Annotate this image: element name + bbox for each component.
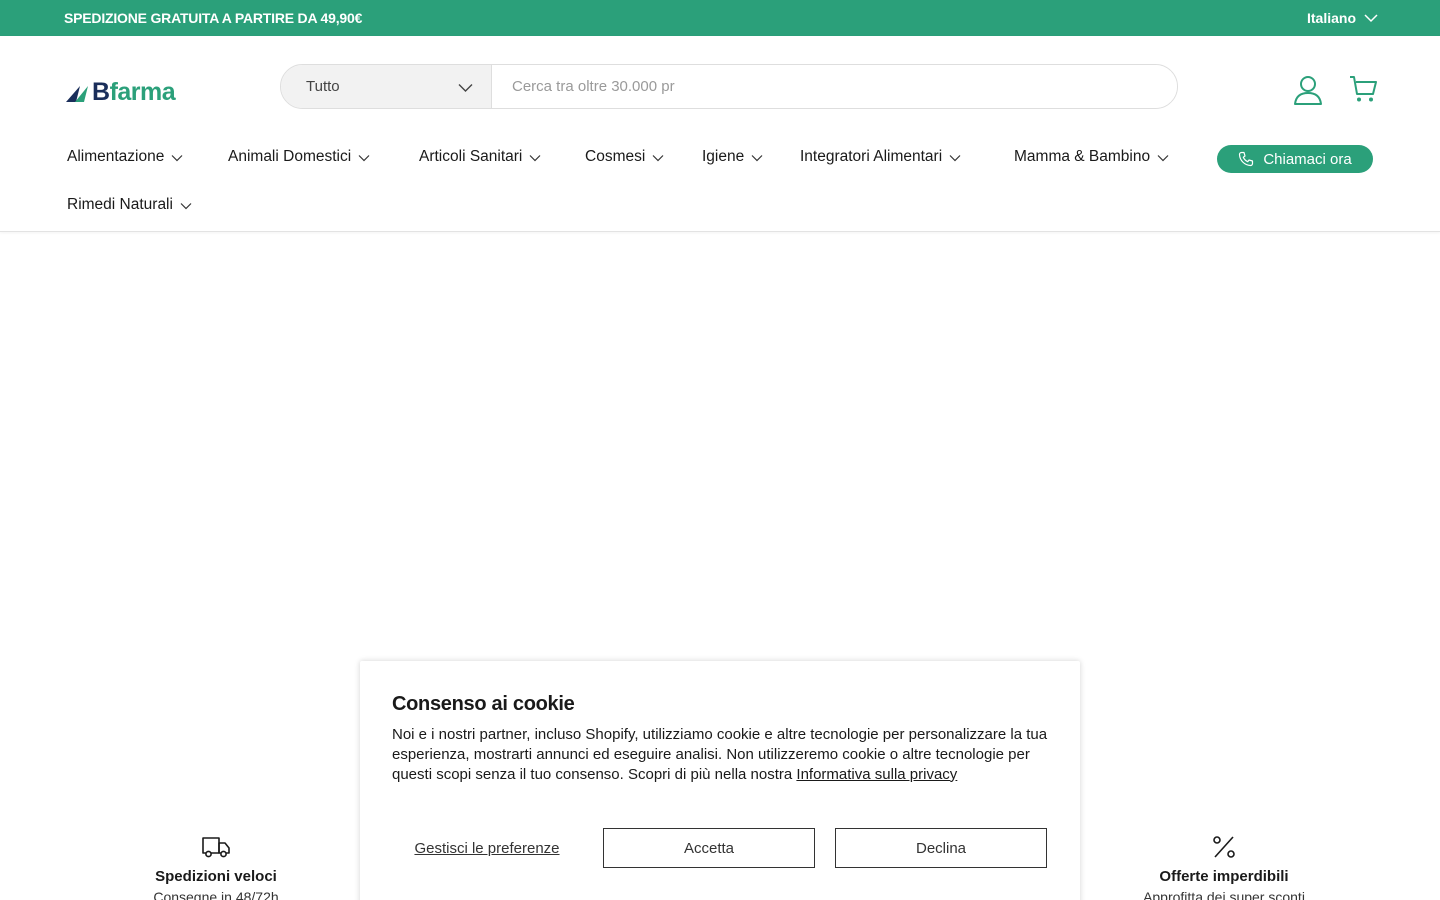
search-input[interactable] <box>492 65 1177 108</box>
nav-item-rimedi-naturali[interactable]: Rimedi Naturali <box>67 196 192 214</box>
call-now-label: Chiamaci ora <box>1263 150 1352 168</box>
chevron-down-icon <box>180 203 192 210</box>
cookie-description: Noi e i nostri partner, incluso Shopify,… <box>392 725 1052 784</box>
nav-item-label: Articoli Sanitari <box>419 148 523 165</box>
nav-item-label: Alimentazione <box>67 148 165 165</box>
language-selector[interactable]: Italiano <box>1307 10 1378 26</box>
logo-text: Bfarma <box>92 78 176 106</box>
decline-button[interactable]: Declina <box>835 828 1047 868</box>
nav-item-label: Integratori Alimentari <box>800 148 943 165</box>
nav-item-articoli-sanitari[interactable]: Articoli Sanitari <box>419 148 541 166</box>
truck-icon <box>202 837 230 858</box>
nav-item-label: Mamma & Bambino <box>1014 148 1151 165</box>
search-category-value: Tutto <box>306 78 340 95</box>
logo-mark-icon <box>66 85 88 102</box>
chevron-down-icon <box>1364 14 1378 23</box>
announcement-bar: SPEDIZIONE GRATUITA A PARTIRE DA 49,90€ … <box>0 0 1440 36</box>
chevron-down-icon <box>529 155 541 162</box>
cookie-consent-banner: Consenso ai cookie Noi e i nostri partne… <box>360 661 1080 900</box>
chevron-down-icon <box>1157 155 1169 162</box>
nav-item-label: Cosmesi <box>585 148 646 165</box>
phone-icon <box>1239 151 1254 167</box>
site-header: Bfarma Tutto Alimentazione Animali Domes… <box>0 36 1440 232</box>
feature-title: Spedizioni veloci <box>155 868 277 885</box>
search-bar: Tutto <box>280 64 1178 109</box>
search-category-select[interactable]: Tutto <box>281 65 492 108</box>
logo[interactable]: Bfarma <box>66 78 176 107</box>
nav-item-label: Animali Domestici <box>228 148 352 165</box>
nav-item-label: Igiene <box>702 148 745 165</box>
feature-subtitle: Approfitta dei super sconti <box>1143 889 1305 900</box>
chevron-down-icon <box>358 155 370 162</box>
nav-item-igiene[interactable]: Igiene <box>702 148 763 166</box>
language-label: Italiano <box>1306 10 1356 26</box>
feature-fast-shipping: Spedizioni veloci Consegne in 48/72h <box>116 834 316 900</box>
feature-subtitle: Consegne in 48/72h <box>153 889 279 900</box>
chevron-down-icon <box>949 155 961 162</box>
cart-icon[interactable] <box>1348 74 1378 104</box>
accept-button[interactable]: Accetta <box>603 828 815 868</box>
shipping-announcement: SPEDIZIONE GRATUITA A PARTIRE DA 49,90€ <box>64 10 363 26</box>
nav-item-alimentazione[interactable]: Alimentazione <box>67 148 183 166</box>
nav-item-animali-domestici[interactable]: Animali Domestici <box>228 148 370 166</box>
chevron-down-icon <box>751 155 763 162</box>
nav-item-cosmesi[interactable]: Cosmesi <box>585 148 664 166</box>
feature-offers: Offerte imperdibili Approfitta dei super… <box>1114 834 1334 900</box>
user-icon[interactable] <box>1292 74 1324 106</box>
privacy-policy-link[interactable]: Informativa sulla privacy <box>796 766 957 783</box>
nav-item-mamma-bambino[interactable]: Mamma & Bambino <box>1014 148 1169 166</box>
feature-title: Offerte imperdibili <box>1159 868 1289 885</box>
call-now-button[interactable]: Chiamaci ora <box>1217 145 1373 173</box>
chevron-down-icon <box>652 155 664 162</box>
nav-item-label: Rimedi Naturali <box>67 196 173 213</box>
nav-item-integratori-alimentari[interactable]: Integratori Alimentari <box>800 148 961 166</box>
manage-preferences-button[interactable]: Gestisci le preferenze <box>392 828 582 868</box>
cookie-title: Consenso ai cookie <box>392 693 575 715</box>
chevron-down-icon <box>171 155 183 162</box>
percent-icon <box>1213 836 1235 858</box>
chevron-down-icon <box>458 84 473 92</box>
